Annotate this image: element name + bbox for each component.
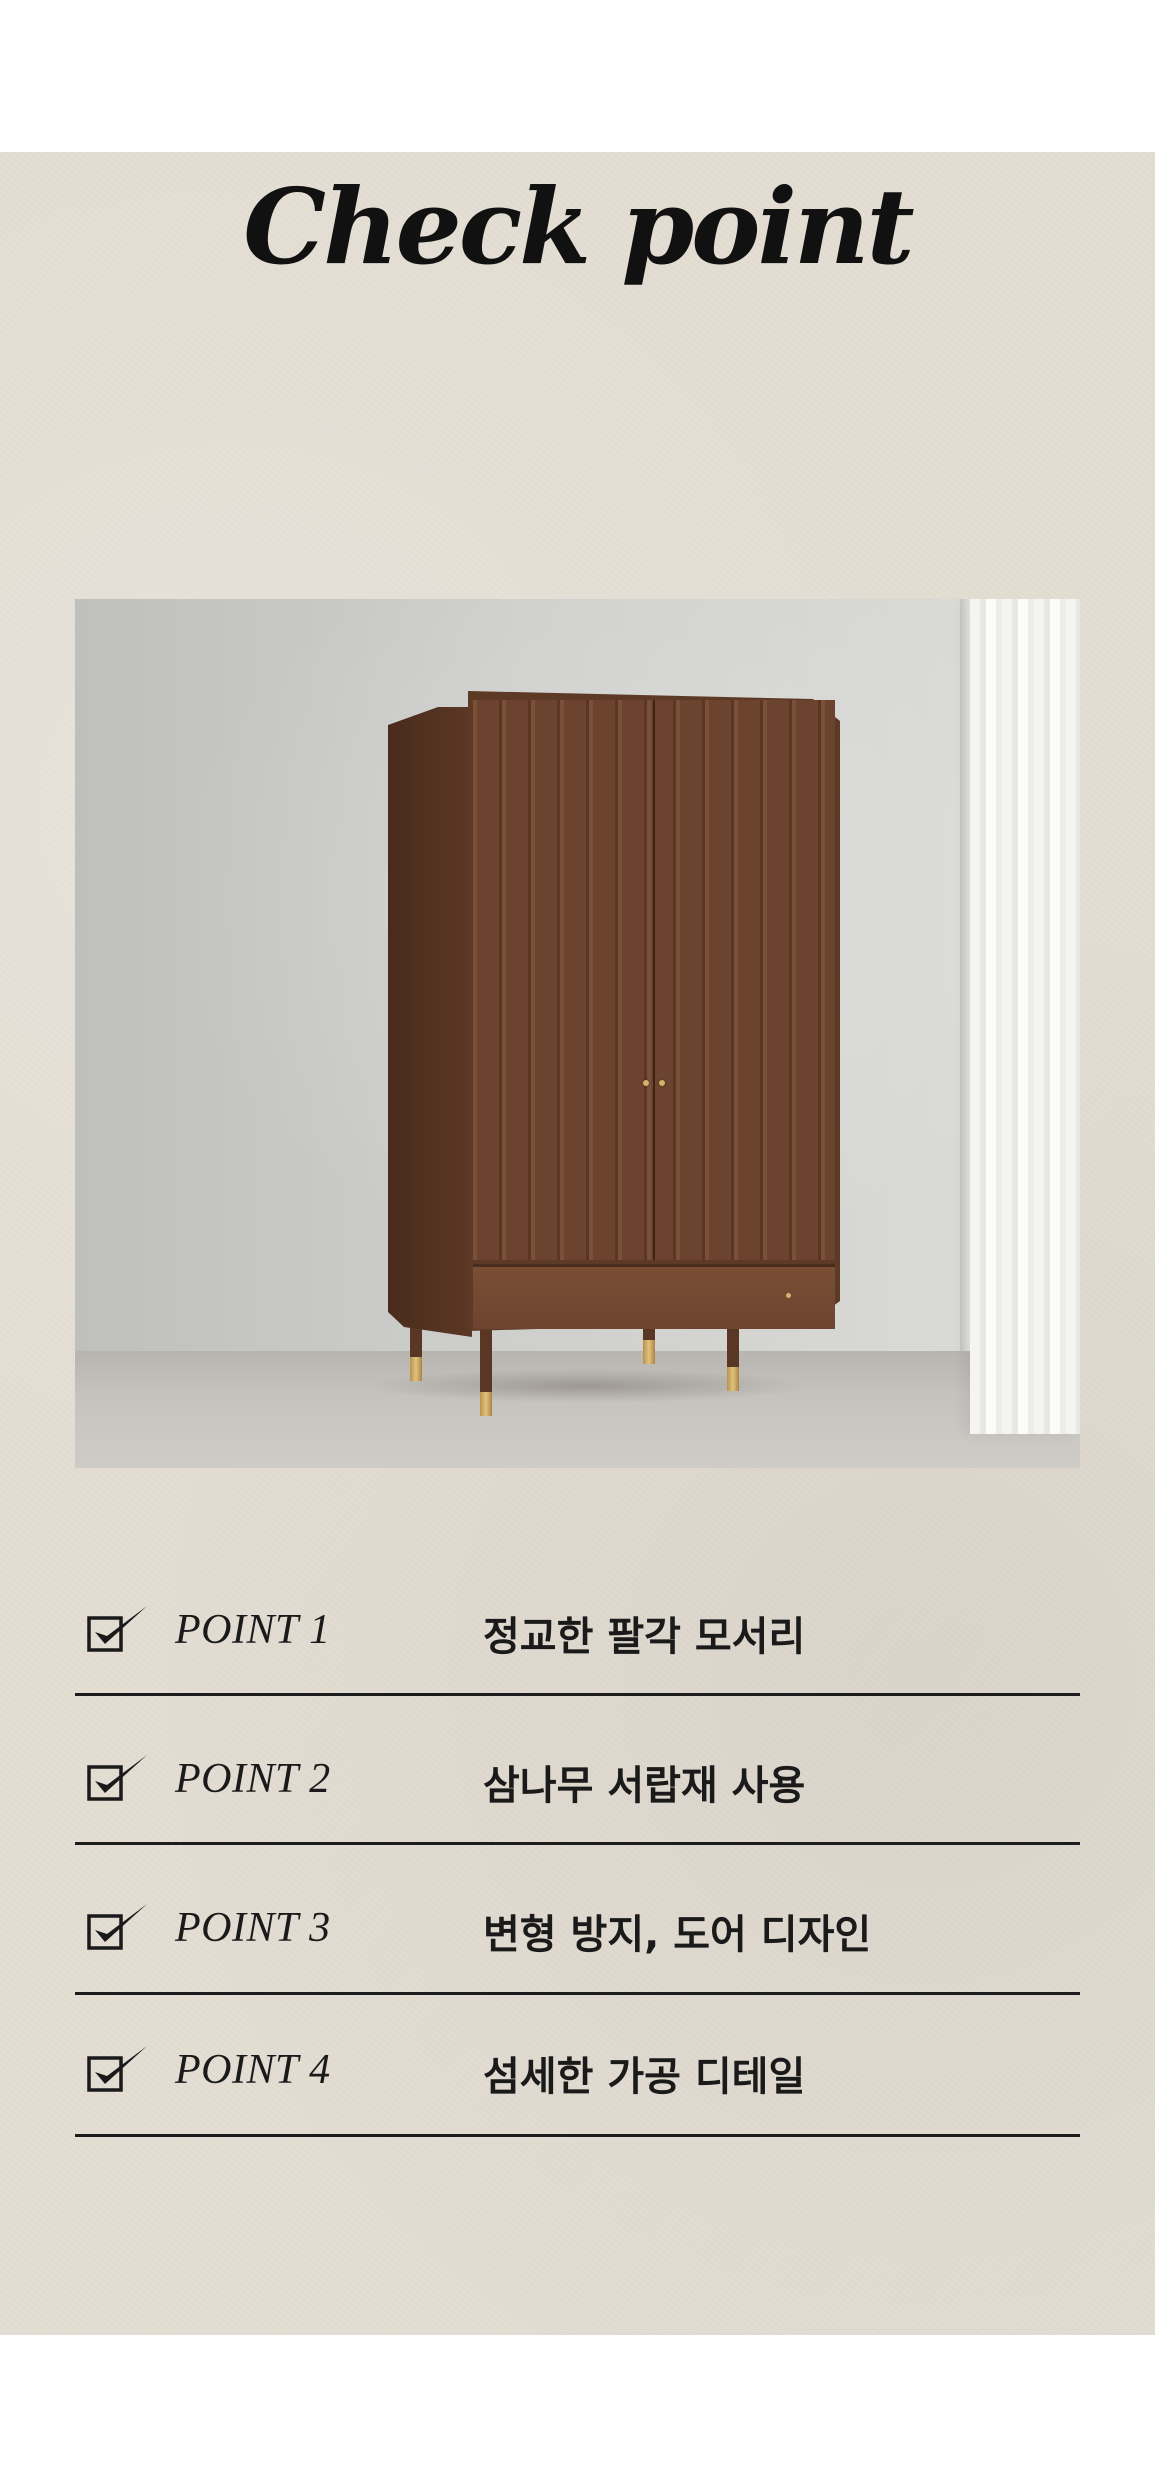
checkbox-check-icon [87,1755,147,1801]
point-label: POINT 2 [175,1756,331,1802]
check-point-4: POINT 4 섬세한 가공 디테일 [75,2022,1080,2112]
point-label: POINT 3 [175,1905,331,1951]
curtain [970,599,1080,1434]
window-edge [960,599,970,1351]
door-split [653,700,655,1260]
point-description: 삼나무 서랍재 사용 [483,1763,806,1809]
divider [75,1992,1080,1995]
wardrobe-leg [727,1319,739,1391]
divider [75,1842,1080,1845]
floor-shadow [365,1369,805,1403]
check-point-2: POINT 2 삼나무 서랍재 사용 [75,1731,1080,1821]
divider [75,1693,1080,1696]
door-knob [643,1080,649,1086]
wardrobe-side-panel [388,707,472,1337]
page-title: Check point [243,165,914,288]
wardrobe-drawer [473,1264,835,1329]
divider [75,2134,1080,2137]
point-label: POINT 1 [175,1607,331,1653]
point-description: 정교한 팔각 모서리 [483,1614,806,1660]
wardrobe-doors [473,700,835,1260]
door-knob [659,1080,665,1086]
checkbox-check-icon [87,1606,147,1652]
point-description: 섬세한 가공 디테일 [483,2054,806,2100]
point-label: POINT 4 [175,2047,331,2093]
wardrobe-leg [643,1324,655,1364]
wardrobe-leg [480,1324,492,1416]
check-point-1: POINT 1 정교한 팔각 모서리 [75,1582,1080,1672]
checkbox-check-icon [87,1904,147,1950]
point-description: 변형 방지, 도어 디자인 [483,1912,872,1958]
wardrobe-photo [75,599,1080,1468]
check-point-3: POINT 3 변형 방지, 도어 디자인 [75,1880,1080,1970]
drawer-knob [786,1293,791,1298]
checkbox-check-icon [87,2046,147,2092]
